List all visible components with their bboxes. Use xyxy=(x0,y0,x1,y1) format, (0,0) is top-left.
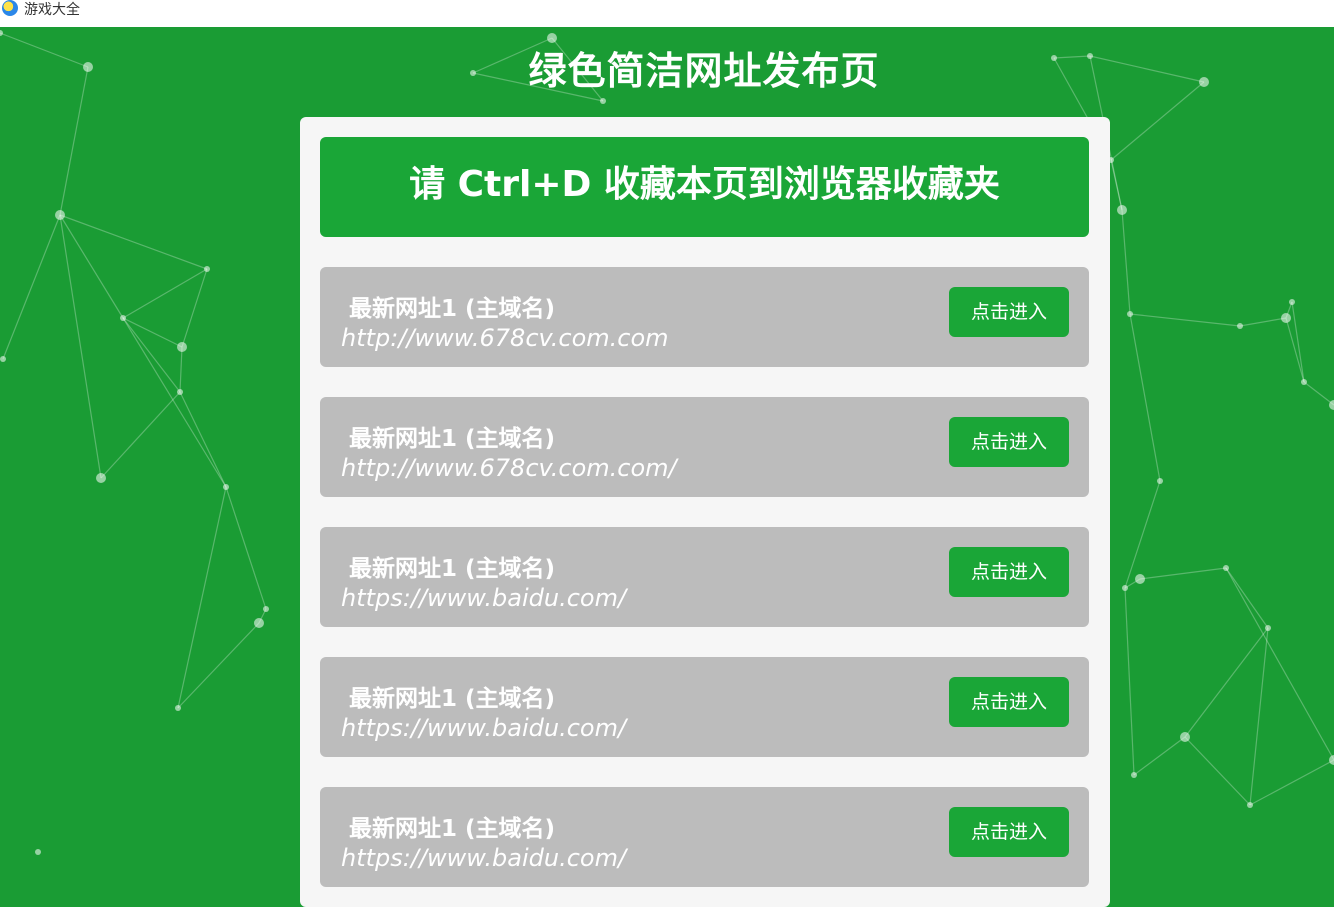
enter-button[interactable]: 点击进入 xyxy=(949,547,1069,597)
network-node xyxy=(1237,323,1243,329)
network-line xyxy=(122,317,181,393)
network-node xyxy=(1289,299,1295,305)
network-line xyxy=(100,391,181,479)
network-node xyxy=(1281,313,1291,323)
network-node xyxy=(1135,574,1145,584)
network-line xyxy=(179,346,183,393)
network-line xyxy=(1225,567,1269,629)
link-card: 最新网址1 (主域名) https://www.baidu.com/ 点击进入 xyxy=(320,527,1089,627)
link-card: 最新网址1 (主域名) http://www.678cv.com.com/ 点击… xyxy=(320,397,1089,497)
network-line xyxy=(177,622,260,709)
network-line xyxy=(1129,313,1161,482)
network-line xyxy=(2,214,61,360)
network-line xyxy=(1184,627,1269,738)
network-line xyxy=(1121,209,1131,315)
link-url: https://www.baidu.com/ xyxy=(341,714,627,742)
link-card: 最新网址1 (主域名) https://www.baidu.com/ 点击进入 xyxy=(320,657,1089,757)
browser-tab-title[interactable]: 游戏大全 xyxy=(24,0,80,19)
network-line xyxy=(1239,317,1287,327)
network-node xyxy=(1157,478,1163,484)
network-line xyxy=(1124,587,1135,776)
network-node xyxy=(1127,311,1133,317)
network-line xyxy=(1249,759,1334,806)
browser-logo-icon xyxy=(2,0,18,16)
network-node xyxy=(1117,205,1127,215)
link-label: 最新网址1 (主域名) xyxy=(349,426,556,452)
browser-tab-bar: 游戏大全 xyxy=(0,0,1334,27)
network-line xyxy=(1129,313,1241,327)
link-url: http://www.678cv.com.com/ xyxy=(341,454,677,482)
network-line xyxy=(225,486,267,610)
network-node xyxy=(1247,802,1253,808)
network-line xyxy=(181,268,208,348)
network-node xyxy=(263,606,269,612)
network-node xyxy=(600,98,606,104)
enter-button[interactable]: 点击进入 xyxy=(949,287,1069,337)
network-node xyxy=(1265,625,1271,631)
link-card: 最新网址1 (主域名) http://www.678cv.com.com 点击进… xyxy=(320,267,1089,367)
network-line xyxy=(1303,381,1334,406)
link-url: http://www.678cv.com.com xyxy=(341,324,669,352)
network-line xyxy=(59,214,208,270)
enter-button[interactable]: 点击进入 xyxy=(949,417,1069,467)
link-label: 最新网址1 (主域名) xyxy=(349,556,556,582)
network-line xyxy=(1285,317,1305,383)
link-label: 最新网址1 (主域名) xyxy=(349,816,556,842)
network-line xyxy=(59,214,124,319)
main-panel: 请 Ctrl+D 收藏本页到浏览器收藏夹 最新网址1 (主域名) http://… xyxy=(300,117,1110,907)
network-node xyxy=(55,210,65,220)
network-node xyxy=(0,356,6,362)
network-node xyxy=(223,484,229,490)
bookmark-notice: 请 Ctrl+D 收藏本页到浏览器收藏夹 xyxy=(320,137,1089,237)
link-url: https://www.baidu.com/ xyxy=(341,844,627,872)
network-node xyxy=(1301,379,1307,385)
network-line xyxy=(1249,627,1269,806)
network-node xyxy=(0,30,3,36)
network-line xyxy=(1139,567,1227,580)
network-line xyxy=(1184,736,1251,806)
network-node xyxy=(1180,732,1190,742)
network-node xyxy=(1223,565,1229,571)
network-node xyxy=(120,315,126,321)
network-node xyxy=(254,618,264,628)
network-line xyxy=(177,486,227,709)
network-line xyxy=(179,391,227,488)
network-line xyxy=(1291,301,1305,383)
network-node xyxy=(1131,772,1137,778)
network-line xyxy=(1133,736,1186,776)
network-node xyxy=(177,342,187,352)
network-line xyxy=(1124,480,1161,589)
page-title: 绿色简洁网址发布页 xyxy=(528,49,880,93)
network-line xyxy=(122,268,208,319)
network-node xyxy=(96,473,106,483)
network-node xyxy=(35,849,41,855)
network-node xyxy=(1329,755,1334,765)
link-card: 最新网址1 (主域名) https://www.baidu.com/ 点击进入 xyxy=(320,787,1089,887)
link-label: 最新网址1 (主域名) xyxy=(349,296,556,322)
link-label: 最新网址1 (主域名) xyxy=(349,686,556,712)
link-url: https://www.baidu.com/ xyxy=(341,584,627,612)
network-node xyxy=(175,705,181,711)
enter-button[interactable]: 点击进入 xyxy=(949,677,1069,727)
network-node xyxy=(177,389,183,395)
enter-button[interactable]: 点击进入 xyxy=(949,807,1069,857)
network-line xyxy=(59,214,102,479)
network-node xyxy=(1122,585,1128,591)
network-line xyxy=(1225,567,1334,761)
network-node xyxy=(204,266,210,272)
